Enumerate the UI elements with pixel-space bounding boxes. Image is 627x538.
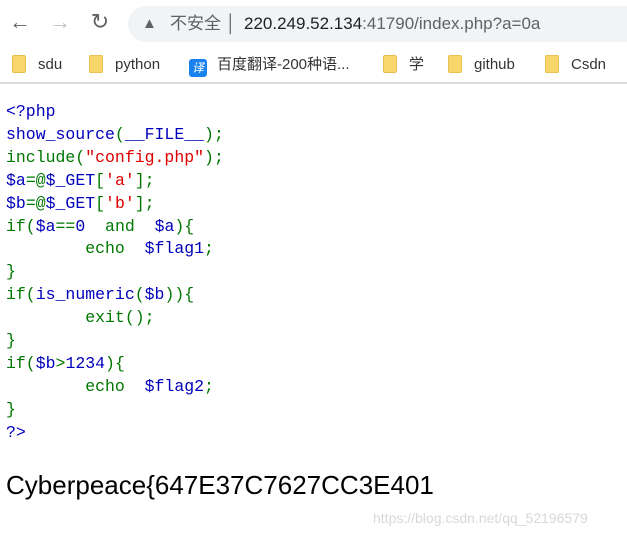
- code-token: }: [6, 262, 16, 282]
- code-line: }: [6, 261, 224, 284]
- code-line: <?php: [6, 101, 224, 124]
- code-token: $a: [6, 170, 26, 190]
- bookmark-sdu[interactable]: sdu: [12, 54, 62, 76]
- code-token: ;: [204, 376, 214, 396]
- watermark: https://blog.csdn.net/qq_52196579: [373, 510, 588, 526]
- code-token: exit();: [6, 308, 155, 328]
- code-token: $_GET: [45, 193, 96, 213]
- code-token: is_numeric: [35, 285, 135, 305]
- code-token: $flag1: [144, 239, 205, 259]
- code-token: ){: [174, 216, 195, 236]
- code-token: ];: [134, 193, 155, 213]
- code-token: );: [204, 124, 224, 144]
- bookmarks-bar: sdu python 译百度翻译-200种语... 学 github Csdn: [0, 46, 627, 84]
- code-token: );: [204, 147, 224, 167]
- code-line: echo $flag1;: [6, 238, 224, 261]
- code-token: if(: [6, 285, 36, 305]
- code-line: }: [6, 330, 224, 353]
- code-line: echo $flag2;: [6, 376, 224, 399]
- bookmark-github[interactable]: github: [448, 54, 515, 76]
- code-token: $b: [35, 353, 56, 373]
- code-line: if(is_numeric($b)){: [6, 284, 224, 307]
- code-token: $flag2: [144, 376, 205, 396]
- code-token: echo: [6, 239, 145, 259]
- back-button[interactable]: ←: [8, 10, 32, 34]
- code-token: ];: [134, 170, 155, 190]
- url-text[interactable]: 220.249.52.134:41790/index.php?a=0a: [244, 6, 540, 42]
- code-line: if($a==0 and $a){: [6, 216, 224, 239]
- code-token: ){: [105, 353, 125, 373]
- code-token: if(: [6, 353, 36, 373]
- code-line: $b=@$_GET['b'];: [6, 193, 224, 216]
- code-token: >: [55, 353, 66, 373]
- code-token: $a: [154, 216, 175, 236]
- code-token: ==: [55, 216, 76, 236]
- code-token: __FILE__: [124, 124, 205, 144]
- code-token: 1234: [65, 353, 106, 373]
- code-token: $a: [35, 216, 56, 236]
- code-token: ;: [204, 239, 214, 259]
- code-token: )){: [164, 285, 195, 305]
- code-token: (: [134, 285, 145, 305]
- flag-output: Cyberpeace{647E37C7627CC3E401: [6, 470, 434, 500]
- code-line: }: [6, 399, 224, 422]
- code-token: show_source: [6, 124, 115, 144]
- code-token: =@: [25, 193, 46, 213]
- folder-icon: [12, 55, 26, 73]
- folder-icon: [545, 55, 559, 73]
- code-line: if($b>1234){: [6, 353, 224, 376]
- bookmark-python[interactable]: python: [89, 54, 160, 76]
- code-token: }: [6, 331, 16, 351]
- code-token: 0: [75, 216, 86, 236]
- code-token: ?>: [6, 422, 26, 442]
- code-line: include("config.php");: [6, 147, 224, 170]
- code-token: $b: [144, 285, 165, 305]
- code-token: 'b': [105, 193, 135, 213]
- code-token: echo: [6, 376, 145, 396]
- security-label[interactable]: 不安全 │: [170, 6, 236, 42]
- folder-icon: [89, 55, 103, 73]
- code-token: <?php: [6, 102, 56, 121]
- code-line: $a=@$_GET['a'];: [6, 170, 224, 193]
- code-token: }: [6, 399, 16, 419]
- code-token: (: [114, 124, 125, 144]
- php-source-code: <?php show_source(__FILE__); include("conf…: [6, 101, 224, 445]
- code-token: and: [85, 216, 155, 236]
- code-line: ?>: [6, 422, 224, 445]
- forward-button[interactable]: →: [48, 10, 72, 34]
- folder-icon: [448, 55, 462, 73]
- code-token: $_GET: [45, 170, 96, 190]
- code-token: [: [95, 170, 106, 190]
- warning-icon[interactable]: ▲: [142, 6, 157, 42]
- code-token: if(: [6, 216, 36, 236]
- bookmark-xue[interactable]: 学: [383, 54, 424, 76]
- bookmark-baidu-translate[interactable]: 译百度翻译-200种语...: [189, 54, 350, 77]
- code-token: include(: [6, 147, 86, 167]
- browser-toolbar: ← → ↻ ▲ 不安全 │ 220.249.52.134:41790/index…: [0, 0, 627, 46]
- code-token: 'a': [105, 170, 135, 190]
- code-line: exit();: [6, 307, 224, 330]
- bookmark-csdn[interactable]: Csdn: [545, 54, 606, 76]
- baidu-translate-icon: 译: [189, 59, 207, 77]
- code-token: =@: [25, 170, 46, 190]
- address-bar[interactable]: ▲ 不安全 │ 220.249.52.134:41790/index.php?a…: [128, 6, 627, 42]
- code-token: "config.php": [85, 147, 205, 167]
- folder-icon: [383, 55, 397, 73]
- code-line: show_source(__FILE__);: [6, 124, 224, 147]
- code-token: $b: [6, 193, 26, 213]
- code-token: [: [95, 193, 106, 213]
- reload-button[interactable]: ↻: [88, 10, 112, 34]
